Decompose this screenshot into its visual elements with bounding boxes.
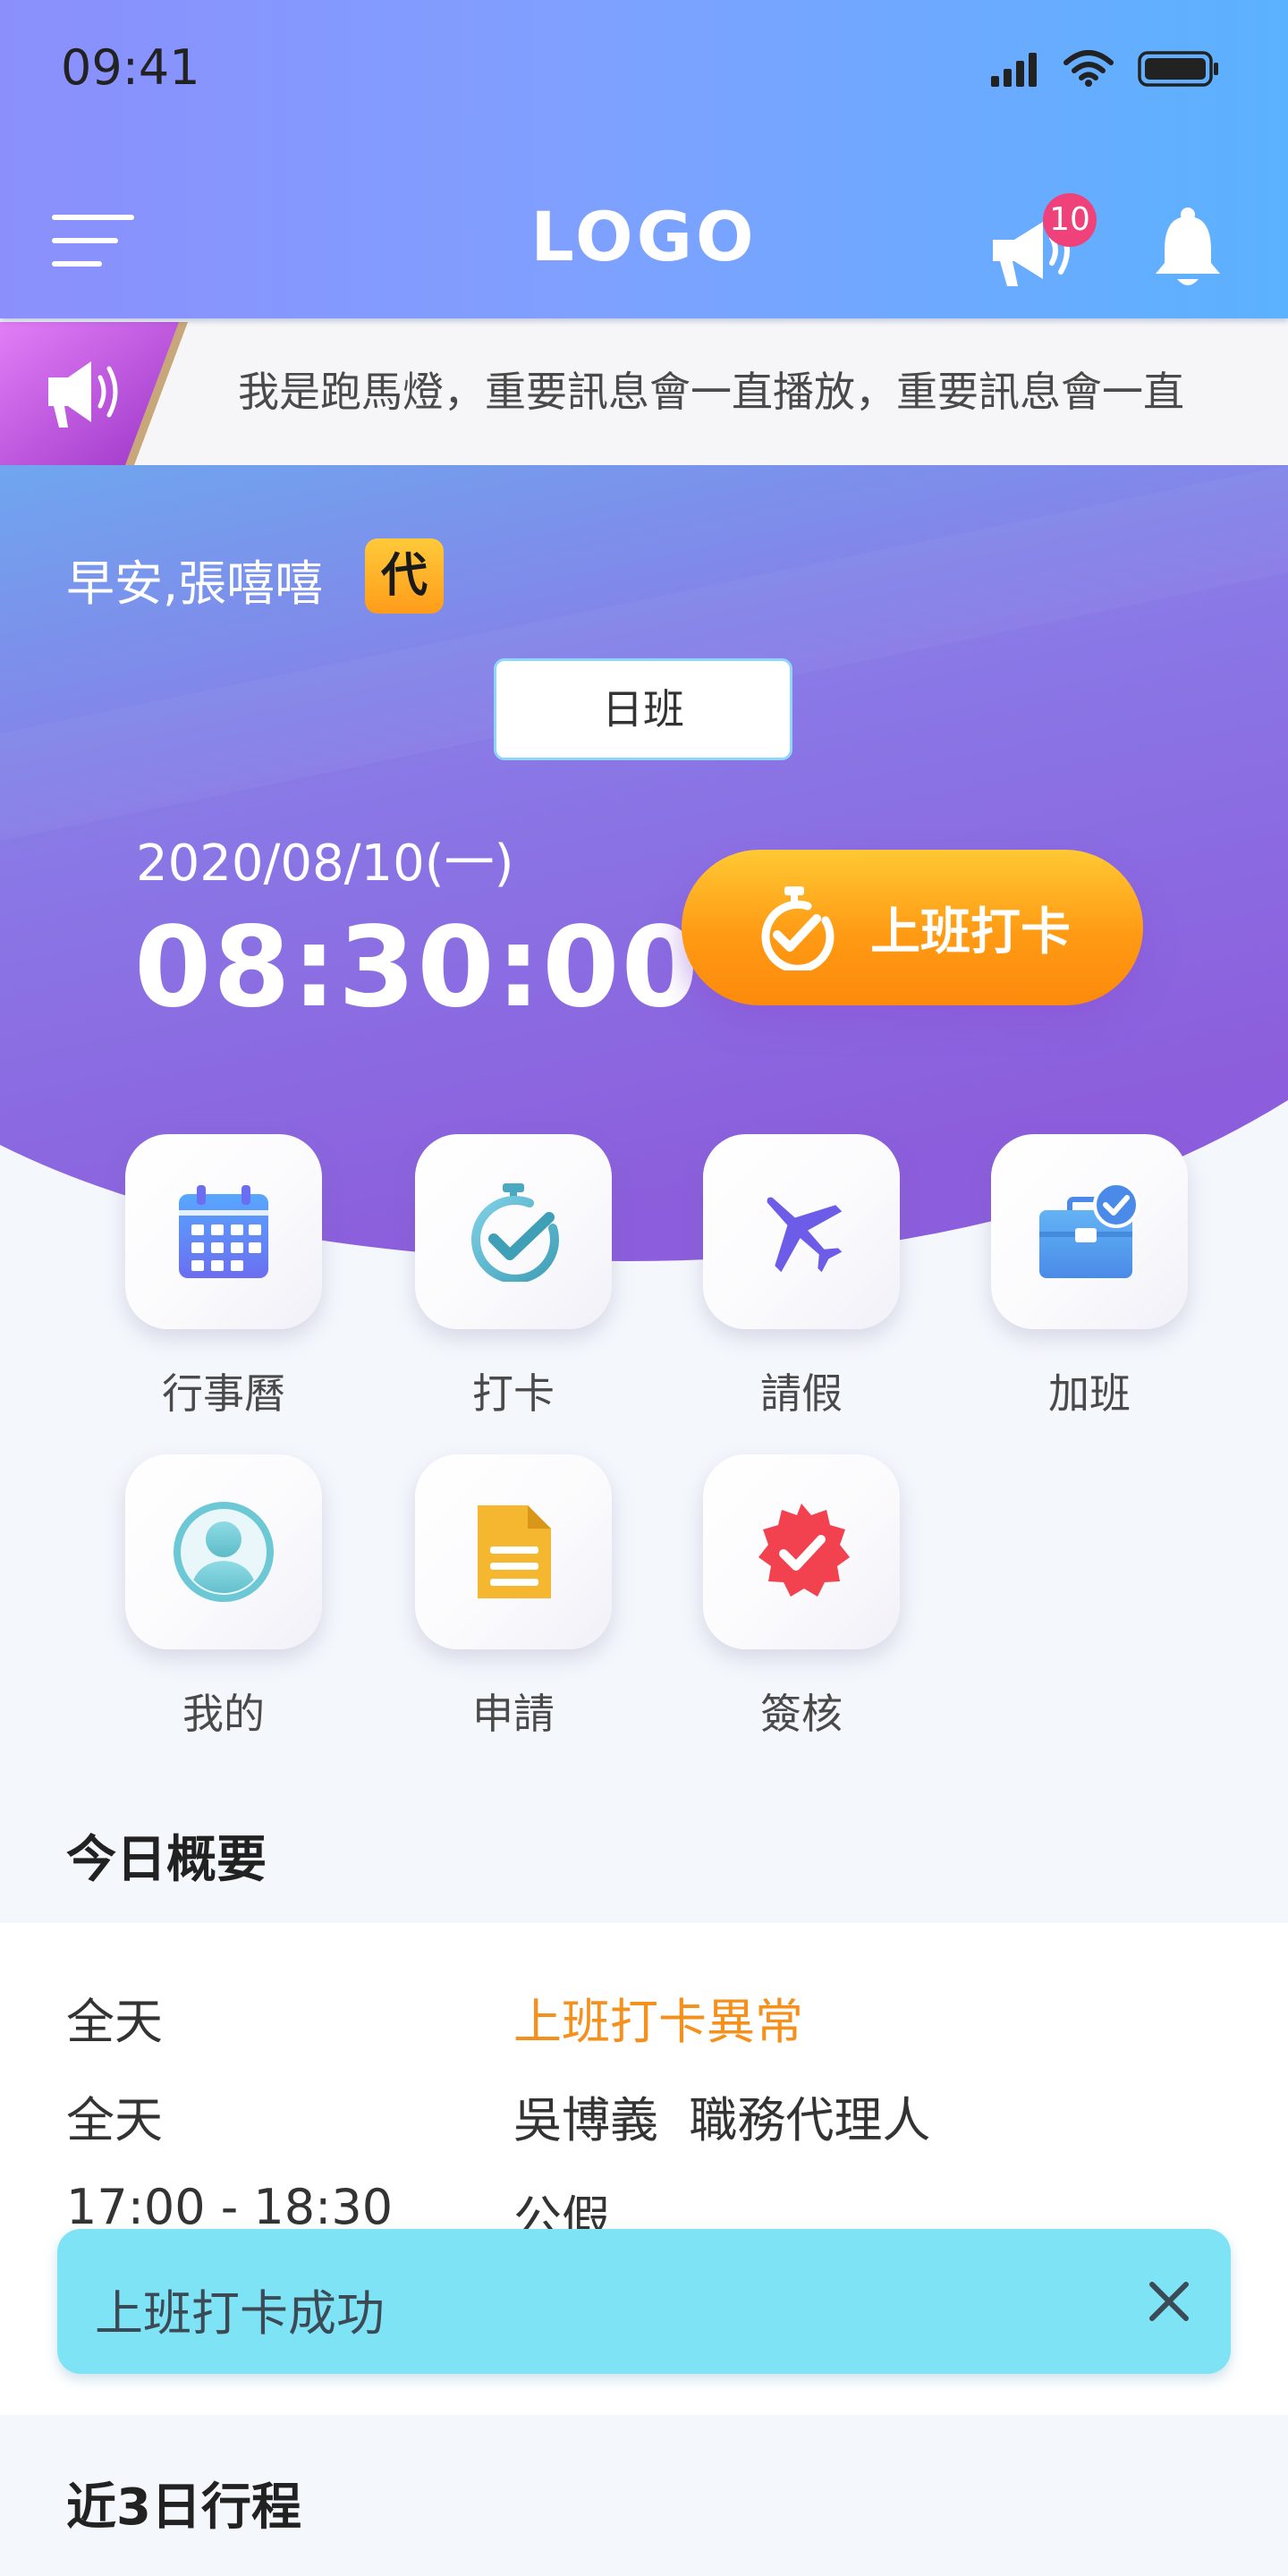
signal-icon [991,53,1037,87]
summary-row-time: 17:00 - 18:30 [66,2179,394,2235]
upcoming-title: 近3日行程 [66,2479,301,2537]
feature-profile[interactable] [125,1454,322,1649]
status-time: 09:41 [61,39,200,96]
briefcase-check-icon [1039,1182,1140,1278]
summary-row-event[interactable]: 吳博義 職務代理人 [513,2080,930,2151]
shift-selector[interactable]: 日班 [494,658,792,760]
summary-row-time: 全天 [66,2092,163,2148]
toast-close-button[interactable] [1134,2267,1204,2336]
feature-leave-label: 請假 [760,1369,843,1418]
announcement-button[interactable]: 10 [987,193,1097,293]
feature-approve[interactable] [703,1454,900,1649]
status-icons [989,50,1220,88]
document-icon [478,1505,551,1598]
wifi-icon [1063,50,1114,87]
feature-apply[interactable] [415,1454,612,1649]
feature-overtime[interactable] [991,1134,1188,1329]
marquee-banner[interactable]: 我是跑馬燈，重要訊息會一直播放，重要訊息會一直 [0,322,1288,465]
toast-message: 上班打卡成功 [95,2285,385,2342]
feature-leave[interactable] [703,1134,900,1329]
bell-icon [1156,208,1220,285]
current-time: 08:30:00 [134,903,700,1032]
announcement-count-badge: 10 [1043,193,1097,247]
success-toast: 上班打卡成功 [57,2229,1231,2374]
calendar-icon [179,1185,268,1278]
battery-icon [1138,51,1218,87]
summary-row-time: 全天 [66,1994,163,2050]
badge-check-icon [758,1504,850,1597]
marquee-text: 我是跑馬燈，重要訊息會一直播放，重要訊息會一直 [238,368,1184,416]
agent-badge: 代 [365,538,444,614]
summary-title: 今日概要 [66,1831,267,1889]
feature-apply-label: 申請 [472,1690,555,1738]
feature-calendar[interactable] [125,1134,322,1329]
feature-punch[interactable] [415,1134,612,1329]
punch-in-button[interactable]: 上班打卡 [682,850,1143,1005]
feature-approve-label: 簽核 [760,1690,843,1738]
notification-button[interactable] [1150,204,1225,293]
close-icon [1149,2282,1189,2321]
feature-profile-label: 我的 [182,1690,265,1738]
app-logo: LOGO [530,197,758,276]
punch-in-label: 上班打卡 [870,902,1071,962]
stopwatch-check-icon [761,886,835,970]
app-header: 09:41 LOGO 10 [0,0,1288,318]
current-date: 2020/08/10(一) [136,835,514,893]
greeting-text: 早安,張嘻嘻 [66,555,324,612]
summary-row-event[interactable]: 上班打卡異常 [513,1982,803,2053]
feature-overtime-label: 加班 [1048,1369,1131,1418]
feature-calendar-label: 行事曆 [162,1369,285,1418]
feature-punch-label: 打卡 [472,1369,555,1418]
stopwatch-check-icon [471,1183,559,1282]
airplane-icon [767,1197,843,1273]
marquee-badge [0,322,188,465]
user-avatar-icon [174,1502,274,1602]
